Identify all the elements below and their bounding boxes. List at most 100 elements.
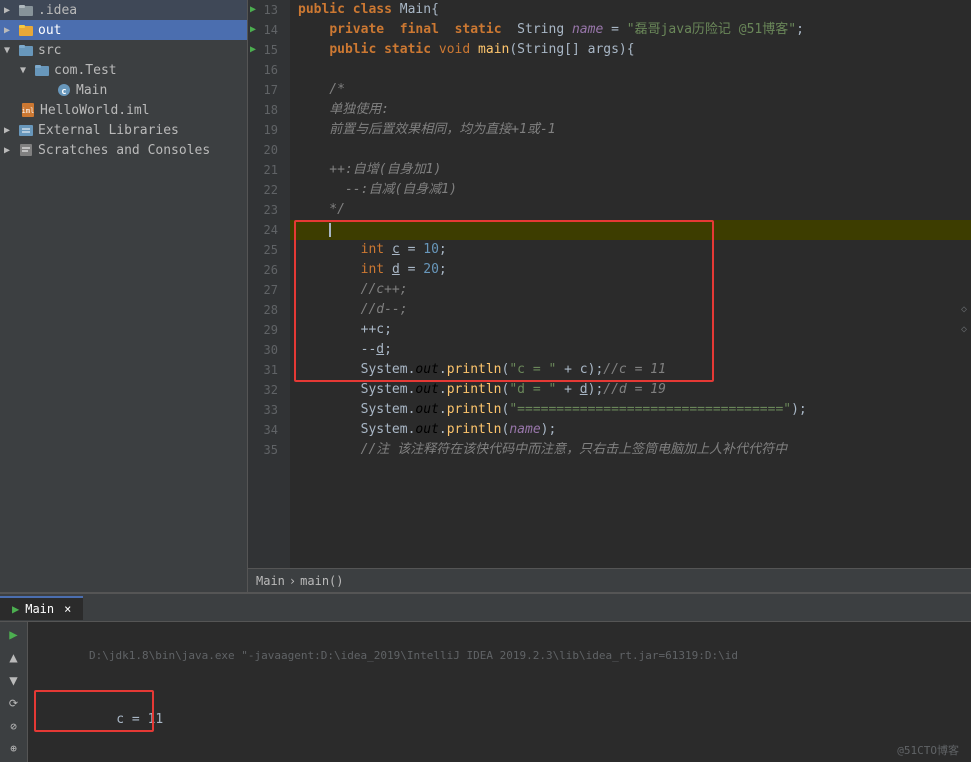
line-num-35: 35 <box>248 440 284 460</box>
breadcrumb: Main › main() <box>248 568 971 592</box>
sidebar-item-label: Scratches and Consoles <box>38 143 210 158</box>
line-num-21: 21 <box>248 160 284 180</box>
line-num-27: 27 <box>248 280 284 300</box>
folder-src-icon <box>18 42 34 58</box>
sidebar-item-src[interactable]: ▼ src <box>0 40 247 60</box>
code-line-27: //c++; <box>290 280 971 300</box>
sidebar-item-idea[interactable]: ▶ .idea <box>0 0 247 20</box>
sidebar-item-label: External Libraries <box>38 123 179 138</box>
line-num-19: 19 <box>248 120 284 140</box>
bottom-tabs: ▶ Main × <box>0 594 971 622</box>
code-line-25: int c = 10; <box>290 240 971 260</box>
line-num-22: 22 <box>248 180 284 200</box>
code-line-31: System.out.println("c = " + c);//c = 11 <box>290 360 971 380</box>
line-num-17: 17 <box>248 80 284 100</box>
sidebar-item-label: Main <box>76 83 107 98</box>
console-output-c: c = 11 <box>36 690 163 750</box>
arrow-icon: ▼ <box>20 65 32 76</box>
code-line-15: public static void main(String[] args){ <box>290 40 971 60</box>
code-line-33: System.out.println("====================… <box>290 400 971 420</box>
sidebar: ▶ .idea ▶ out ▼ src ▼ <box>0 0 248 592</box>
main-area: ▶ .idea ▶ out ▼ src ▼ <box>0 0 971 592</box>
arrow-icon: ▶ <box>4 25 16 36</box>
line-num-18: 18 <box>248 100 284 120</box>
line-num-34: 34 <box>248 420 284 440</box>
sidebar-item-scratches[interactable]: ▶ Scratches and Consoles <box>0 140 247 160</box>
class-icon: c <box>56 82 72 98</box>
breadcrumb-separator: › <box>289 574 296 588</box>
code-line-30: --d; <box>290 340 971 360</box>
code-line-24 <box>290 220 971 240</box>
sidebar-item-label: HelloWorld.iml <box>40 103 150 118</box>
line-num-29: 29 <box>248 320 284 340</box>
line-num-13: ▶13 <box>248 0 284 20</box>
code-line-16 <box>290 60 971 80</box>
code-line-35: //注 该注释符在该快代码中而注意，只右击上签筒电脑加上人补代代符中 <box>290 440 971 460</box>
sidebar-item-helloworld-iml[interactable]: iml HelloWorld.iml <box>0 100 247 120</box>
code-line-20 <box>290 140 971 160</box>
arrow-icon: ▶ <box>4 145 16 156</box>
code-line-13: public class Main{ <box>290 0 971 20</box>
scratch-icon <box>18 142 34 158</box>
scroll-up-button[interactable]: ▲ <box>3 649 25 668</box>
bottom-toolbar: ▶ ▲ ▼ ⟳ ⊘ ⊕ <box>0 622 28 762</box>
bottom-panel: ▶ Main × ▶ ▲ ▼ ⟳ ⊘ ⊕ D:\jdk1.8\bin\java.… <box>0 592 971 762</box>
settings-button[interactable]: ⊕ <box>3 739 25 758</box>
line-num-31: 31 <box>248 360 284 380</box>
svg-text:iml: iml <box>22 107 35 115</box>
sidebar-item-label: src <box>38 43 61 58</box>
code-line-18: 单独使用: <box>290 100 971 120</box>
sidebar-item-label: com.Test <box>54 63 117 78</box>
sidebar-item-out[interactable]: ▶ out <box>0 20 247 40</box>
code-line-28: //d--; ◇ <box>290 300 971 320</box>
line-num-28: 28 <box>248 300 284 320</box>
console-output-d: d = 19 <box>36 750 163 762</box>
sidebar-item-com-test[interactable]: ▼ com.Test <box>0 60 247 80</box>
line-num-33: 33 <box>248 400 284 420</box>
line-num-25: 25 <box>248 240 284 260</box>
run-tab[interactable]: ▶ Main × <box>0 596 83 620</box>
folder-package-icon <box>34 62 50 78</box>
code-line-23: */ <box>290 200 971 220</box>
code-line-22: --:自减(自身减1) <box>290 180 971 200</box>
code-editor[interactable]: ▶13 ▶14 ▶15 16 17 18 19 20 21 22 23 <box>248 0 971 568</box>
run-button[interactable]: ▶ <box>3 626 25 645</box>
run-tab-close[interactable]: × <box>64 602 71 616</box>
redirect-button[interactable]: ⟳ <box>3 694 25 713</box>
bottom-content: ▶ ▲ ▼ ⟳ ⊘ ⊕ D:\jdk1.8\bin\java.exe "-jav… <box>0 622 971 762</box>
run-tab-icon: ▶ <box>12 602 19 616</box>
line-num-16: 16 <box>248 60 284 80</box>
line-num-24: 24 <box>248 220 284 240</box>
arrow-icon: ▶ <box>4 125 16 136</box>
clear-button[interactable]: ⊘ <box>3 717 25 736</box>
console-cmd-line: D:\jdk1.8\bin\java.exe "-javaagent:D:\id… <box>36 626 963 686</box>
code-line-21: ++:自增(自身加1) <box>290 160 971 180</box>
code-line-34: System.out.println(name); <box>290 420 971 440</box>
breadcrumb-class: Main <box>256 574 285 588</box>
arrow-icon: ▶ <box>4 5 16 16</box>
iml-icon: iml <box>20 102 36 118</box>
line-num-32: 32 <box>248 380 284 400</box>
line-num-20: 20 <box>248 140 284 160</box>
sidebar-item-label: .idea <box>38 3 77 18</box>
breadcrumb-method: main() <box>300 574 343 588</box>
sidebar-item-main-class[interactable]: c Main <box>0 80 247 100</box>
sidebar-item-label: out <box>38 23 61 38</box>
watermark: @51CTO博客 <box>897 742 959 758</box>
scroll-down-button[interactable]: ▼ <box>3 671 25 690</box>
line-num-30: 30 <box>248 340 284 360</box>
code-area: ▶13 ▶14 ▶15 16 17 18 19 20 21 22 23 <box>248 0 971 592</box>
code-line-26: int d = 20; <box>290 260 971 280</box>
code-line-32: System.out.println("d = " + d);//d = 19 <box>290 380 971 400</box>
console-output: D:\jdk1.8\bin\java.exe "-javaagent:D:\id… <box>28 622 971 762</box>
code-line-17: /* <box>290 80 971 100</box>
folder-icon <box>18 2 34 18</box>
run-command-text: D:\jdk1.8\bin\java.exe "-javaagent:D:\id… <box>89 649 738 662</box>
line-num-14: ▶14 <box>248 20 284 40</box>
line-num-23: 23 <box>248 200 284 220</box>
sidebar-item-external-libs[interactable]: ▶ External Libraries <box>0 120 247 140</box>
svg-text:c: c <box>61 87 66 97</box>
code-line-14: private final static String name = "磊哥ja… <box>290 20 971 40</box>
lib-icon <box>18 122 34 138</box>
code-lines: ▶13 ▶14 ▶15 16 17 18 19 20 21 22 23 <box>248 0 971 568</box>
